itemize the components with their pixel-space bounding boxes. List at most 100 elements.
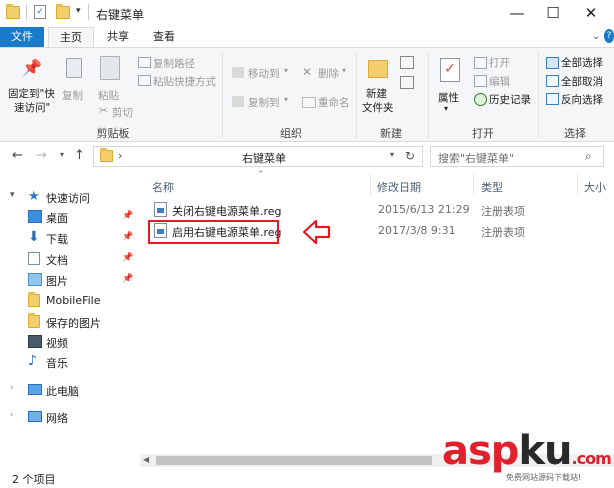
nav-item-videos[interactable]: 视频 (0, 332, 140, 352)
address-row: ← → ▾ ↑ › 右键菜单 ▾ ↻ 搜索"右键菜单" ⌕ (0, 142, 614, 172)
tab-home[interactable]: 主页 (48, 27, 94, 48)
chevron-down-icon[interactable]: ▾ (10, 190, 15, 200)
group-label-clipboard: 剪贴板 (96, 127, 130, 140)
nav-item-label: 视频 (46, 337, 68, 350)
pin-icon[interactable]: 📌 (122, 253, 133, 263)
breadcrumb-current[interactable]: 右键菜单 (242, 150, 286, 166)
close-button[interactable]: ✕ (568, 0, 614, 27)
paste-shortcut-label: 粘贴快捷方式 (153, 76, 216, 88)
recent-locations-icon[interactable]: ▾ (60, 150, 64, 159)
search-icon[interactable]: ⌕ (585, 149, 592, 164)
easy-access-icon[interactable] (400, 76, 414, 89)
breadcrumb-separator-icon[interactable]: › (118, 149, 122, 162)
select-none-icon (546, 75, 559, 87)
refresh-icon[interactable]: ↻ (405, 149, 415, 163)
folder-icon (100, 148, 113, 162)
open-label: 打开 (489, 57, 510, 69)
column-header-size[interactable]: 大小 (584, 179, 606, 195)
nav-item-quick-access[interactable]: ▾ ★ 快速访问 (0, 187, 140, 207)
forward-arrow-icon[interactable]: → (36, 148, 47, 163)
column-separator[interactable] (577, 174, 578, 196)
chevron-down-icon[interactable]: ▾ (390, 150, 394, 159)
nav-item-label: 桌面 (46, 212, 68, 225)
folder-icon (28, 292, 40, 307)
select-all-label: 全部选择 (561, 57, 603, 69)
nav-item-label: MobileFile (46, 294, 101, 307)
ribbon: 📌 固定到"快 速访问" 复制 粘贴 复制路径 粘贴快捷方式 ✂ 剪切 剪贴板 … (0, 47, 614, 142)
new-folder-icon[interactable] (56, 4, 70, 19)
nav-item-label: 快速访问 (46, 192, 90, 205)
pin-icon: 📌 (22, 58, 42, 77)
column-header-type[interactable]: 类型 (481, 179, 503, 195)
delete-label: 删除 (318, 68, 339, 80)
nav-item-label: 下载 (46, 233, 68, 246)
search-input[interactable]: 搜索"右键菜单" ⌕ (430, 146, 604, 167)
tab-share[interactable]: 共享 (100, 27, 136, 47)
group-label-open: 打开 (472, 127, 494, 140)
arrow-left-icon (302, 219, 331, 245)
rename-label: 重命名 (318, 97, 350, 109)
copy-label: 复制 (62, 90, 83, 102)
new-folder-icon (368, 60, 388, 78)
column-separator[interactable] (473, 174, 474, 196)
nav-item-saved-pictures[interactable]: 保存的图片 (0, 312, 140, 332)
column-header-date[interactable]: 修改日期 (377, 179, 421, 195)
computer-icon (28, 384, 42, 395)
search-placeholder: 搜索"右键菜单" (438, 152, 515, 165)
address-bar[interactable]: › 右键菜单 ▾ ↻ (93, 146, 423, 167)
delete-icon: ✕ (302, 65, 313, 79)
paste-icon (100, 56, 120, 80)
select-all-icon (546, 57, 559, 69)
pin-icon[interactable]: 📌 (122, 232, 133, 242)
nav-item-music[interactable]: ♪ 音乐 (0, 352, 140, 372)
chevron-right-icon[interactable]: › (10, 383, 14, 393)
pin-icon[interactable]: 📌 (122, 211, 133, 221)
history-label: 历史记录 (489, 94, 531, 106)
chevron-down-icon: ▾ (284, 66, 289, 75)
up-arrow-icon[interactable]: ↑ (74, 148, 85, 163)
watermark-part-c: .com (571, 449, 612, 468)
help-icon[interactable]: ? (604, 29, 614, 43)
watermark-subtitle: 免费网站源码下载站! (506, 473, 582, 482)
nav-item-this-pc[interactable]: › 此电脑 (0, 380, 140, 400)
file-type: 注册表项 (481, 226, 525, 239)
tab-file[interactable]: 文件 (0, 27, 44, 47)
pin-icon[interactable]: 📌 (122, 274, 133, 284)
column-separator[interactable] (370, 174, 371, 196)
sort-chevron-icon: ⌃ (257, 170, 265, 180)
table-row[interactable]: 关闭右键电源菜单.reg 2015/6/13 21:29 注册表项 (150, 200, 610, 220)
nav-item-pictures[interactable]: 图片 📌 (0, 270, 140, 290)
copy-to-icon (232, 96, 244, 107)
new-item-icon[interactable] (400, 56, 414, 69)
new-folder-label-line2: 文件夹 (362, 102, 394, 114)
move-to-label: 移动到 (248, 68, 280, 80)
file-name: 关闭右键电源菜单.reg (172, 205, 282, 218)
back-arrow-icon[interactable]: ← (12, 148, 23, 163)
nav-item-mobilefile[interactable]: MobileFile (0, 291, 140, 311)
tab-view[interactable]: 查看 (146, 27, 182, 47)
scroll-left-icon[interactable]: ◀ (143, 455, 149, 464)
nav-item-desktop[interactable]: 桌面 📌 (0, 207, 140, 227)
nav-item-documents[interactable]: 文档 📌 (0, 249, 140, 269)
file-list: ⌃ 名称 修改日期 类型 大小 关闭右键电源菜单.reg 2015/6/13 2… (140, 170, 614, 454)
pin-label-line1: 固定到"快 (8, 88, 55, 100)
divider (88, 4, 89, 20)
folder-icon (6, 4, 20, 19)
column-header-name[interactable]: 名称 (152, 179, 174, 195)
chevron-right-icon[interactable]: › (10, 410, 14, 420)
download-icon: ⬇ (28, 229, 40, 245)
nav-item-network[interactable]: › 网络 (0, 407, 140, 427)
nav-item-label: 文档 (46, 254, 68, 267)
nav-item-label: 网络 (46, 412, 68, 425)
group-label-new: 新建 (380, 127, 402, 140)
quick-access-dropdown-icon[interactable]: ▾ (76, 6, 81, 16)
paste-label: 粘贴 (98, 90, 119, 102)
nav-item-downloads[interactable]: ⬇ 下载 📌 (0, 228, 140, 248)
scrollbar-thumb[interactable] (156, 456, 432, 465)
paste-shortcut-icon (138, 75, 151, 86)
item-count: 2 个项目 (12, 473, 56, 486)
file-type: 注册表项 (481, 205, 525, 218)
group-label-organize: 组织 (280, 127, 302, 140)
chevron-down-icon[interactable]: ⌄ (592, 31, 600, 42)
properties-icon[interactable]: ✓ (34, 5, 46, 19)
